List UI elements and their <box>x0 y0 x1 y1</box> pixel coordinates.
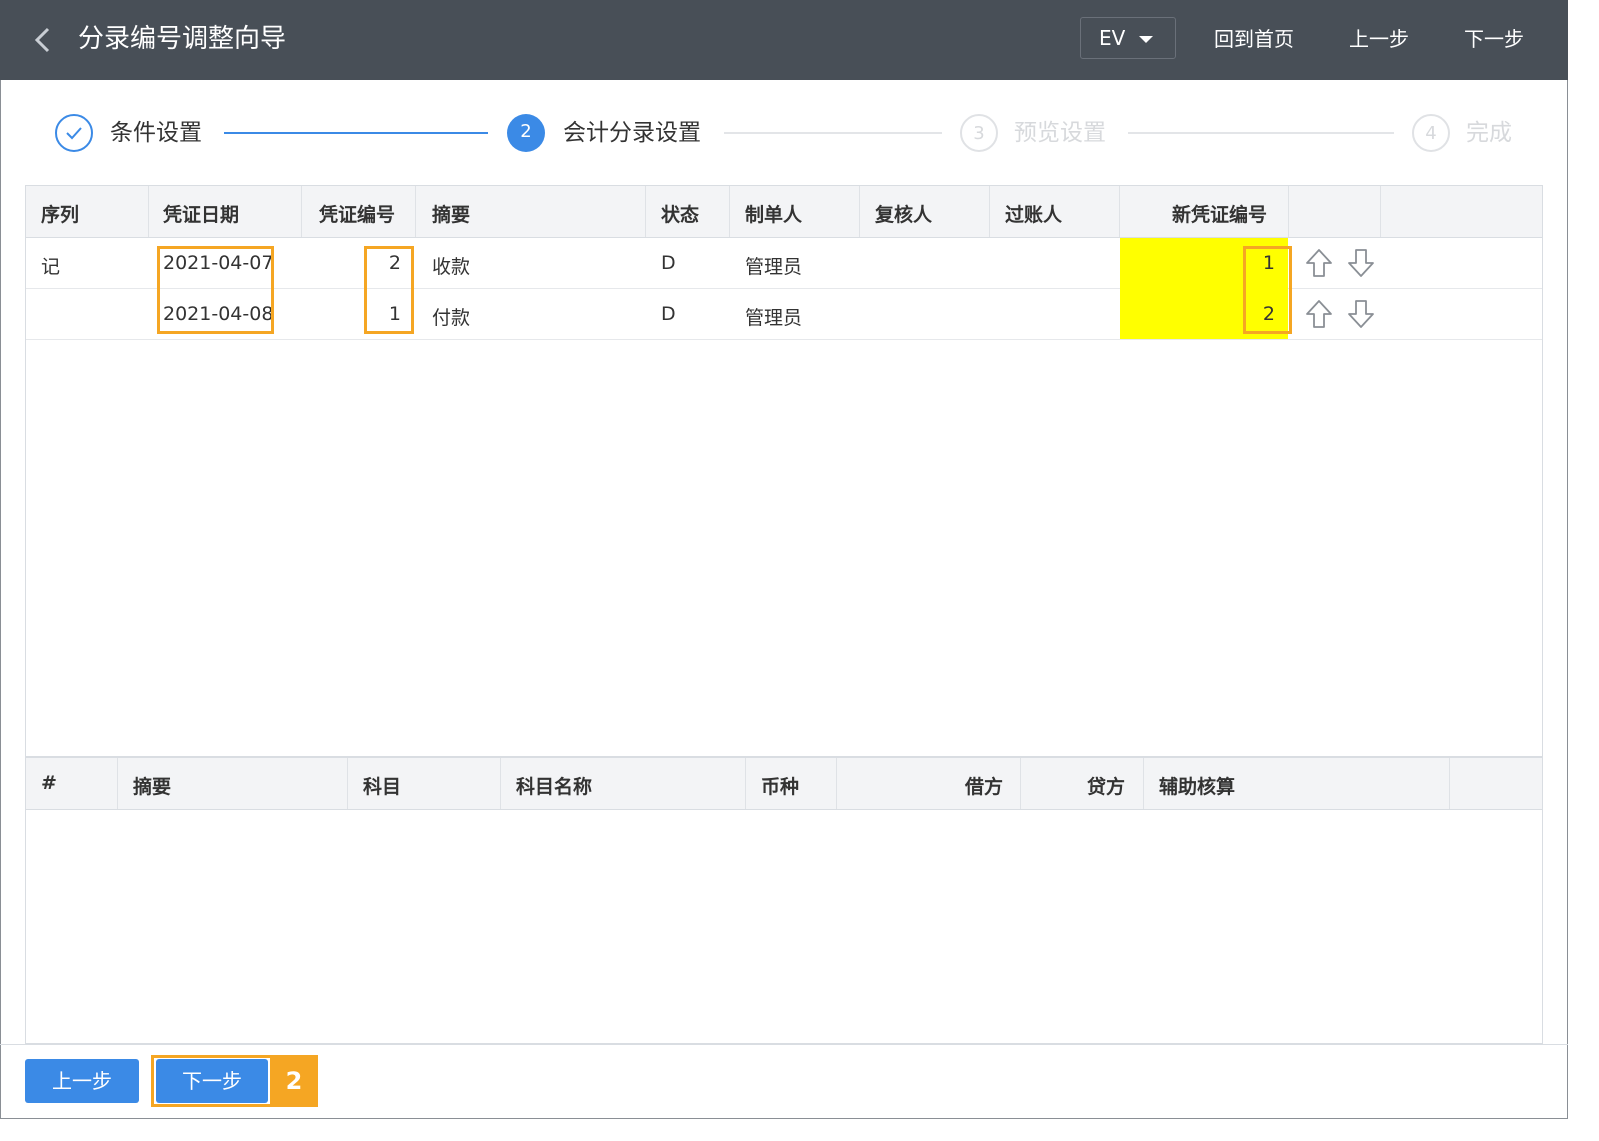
cell-status: D <box>661 252 676 274</box>
col-divider <box>347 758 348 809</box>
step-4-circle: 4 <box>1412 114 1450 152</box>
col-header-index: # <box>41 772 57 794</box>
date-highlight-box <box>157 246 274 334</box>
move-up-arrow-icon[interactable] <box>1304 247 1334 279</box>
move-down-arrow-icon[interactable] <box>1346 298 1376 330</box>
col-divider <box>1288 186 1289 237</box>
step-line-2 <box>724 132 942 134</box>
chevron-down-icon <box>1139 36 1153 43</box>
col-divider <box>989 186 990 237</box>
voucher-table-header: 序列 凭证日期 凭证编号 摘要 状态 制单人 复核人 过账人 新凭证编号 <box>26 186 1542 238</box>
step-2-circle: 2 <box>507 114 545 152</box>
cell-status: D <box>661 303 676 325</box>
cell-maker: 管理员 <box>745 256 803 278</box>
col-divider <box>645 186 646 237</box>
col-header-debit: 借方 <box>965 776 1004 798</box>
col-divider <box>1020 758 1021 809</box>
col-divider <box>1449 758 1450 809</box>
col-header-summary: 摘要 <box>133 776 172 798</box>
voucher-table: 序列 凭证日期 凭证编号 摘要 状态 制单人 复核人 过账人 新凭证编号 记 2… <box>25 185 1543 757</box>
col-header-reviewer: 复核人 <box>875 204 933 226</box>
col-header-new-number: 新凭证编号 <box>1172 204 1268 226</box>
col-divider <box>1119 186 1120 237</box>
col-divider <box>500 758 501 809</box>
col-divider <box>729 186 730 237</box>
cell-summary: 收款 <box>432 256 471 278</box>
header-prev-button[interactable]: 上一步 <box>1349 26 1409 52</box>
step-1-circle <box>55 114 93 152</box>
col-divider <box>148 186 149 237</box>
new-number-highlight-box <box>1243 246 1292 334</box>
header-bar: 分录编号调整向导 EV 回到首页 上一步 下一步 <box>0 0 1568 80</box>
col-header-status: 状态 <box>661 204 700 226</box>
back-arrow-icon[interactable] <box>28 24 58 56</box>
col-header-account: 科目 <box>363 776 402 798</box>
col-divider <box>117 758 118 809</box>
number-highlight-box <box>364 246 414 334</box>
step-2-label: 会计分录设置 <box>563 120 701 146</box>
col-header-credit: 贷方 <box>1087 776 1126 798</box>
cell-seq: 记 <box>41 256 61 278</box>
header-next-button[interactable]: 下一步 <box>1464 26 1524 52</box>
step-3-label: 预览设置 <box>1014 120 1106 146</box>
col-header-auxiliary: 辅助核算 <box>1159 776 1236 798</box>
step-4-label: 完成 <box>1466 120 1512 146</box>
ev-dropdown[interactable]: EV <box>1080 17 1176 59</box>
entry-table: # 摘要 科目 科目名称 币种 借方 贷方 辅助核算 <box>25 757 1543 1044</box>
footer-prev-button[interactable]: 上一步 <box>25 1059 139 1103</box>
col-header-currency: 币种 <box>761 776 800 798</box>
col-divider <box>745 758 746 809</box>
ev-dropdown-label: EV <box>1099 26 1126 50</box>
footer-divider <box>0 1044 1568 1045</box>
col-divider <box>301 186 302 237</box>
col-header-maker: 制单人 <box>745 204 803 226</box>
check-icon <box>66 127 82 140</box>
step-3-circle: 3 <box>960 114 998 152</box>
home-button[interactable]: 回到首页 <box>1214 26 1294 52</box>
col-header-summary: 摘要 <box>432 204 471 226</box>
move-down-arrow-icon[interactable] <box>1346 247 1376 279</box>
cell-summary: 付款 <box>432 307 471 329</box>
cell-maker: 管理员 <box>745 307 803 329</box>
step-line-3 <box>1128 132 1394 134</box>
entry-table-header: # 摘要 科目 科目名称 币种 借方 贷方 辅助核算 <box>26 758 1542 810</box>
col-header-account-name: 科目名称 <box>516 776 593 798</box>
move-up-arrow-icon[interactable] <box>1304 298 1334 330</box>
step-1-label: 条件设置 <box>110 120 202 146</box>
footer-next-button[interactable]: 下一步 <box>156 1059 268 1103</box>
col-divider <box>1380 186 1381 237</box>
col-header-number: 凭证编号 <box>319 204 396 226</box>
col-divider <box>836 758 837 809</box>
col-header-poster: 过账人 <box>1005 204 1063 226</box>
col-divider <box>415 186 416 237</box>
page-title: 分录编号调整向导 <box>78 24 287 54</box>
step-annotation-badge: 2 <box>270 1056 318 1106</box>
col-divider <box>859 186 860 237</box>
step-line-1 <box>224 132 488 134</box>
col-header-seq: 序列 <box>41 204 80 226</box>
col-header-date: 凭证日期 <box>163 204 240 226</box>
col-divider <box>1143 758 1144 809</box>
